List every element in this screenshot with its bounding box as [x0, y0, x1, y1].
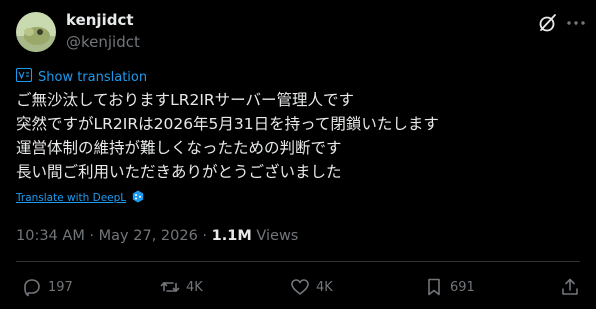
deepl-icon — [132, 190, 144, 206]
show-translation-label: Show translation — [38, 69, 148, 85]
author-handle[interactable]: @kenjidct — [66, 33, 140, 51]
tweet-date[interactable]: May 27, 2026 — [99, 228, 198, 244]
deepl-translate-link[interactable]: Translate with DeepL — [16, 192, 126, 204]
more-options-icon[interactable] — [563, 12, 589, 34]
share-icon — [560, 277, 580, 297]
views-count: 1.1M — [211, 228, 252, 244]
tweet-time[interactable]: 10:34 AM — [16, 228, 85, 244]
show-translation-button[interactable]: Show translation — [15, 67, 148, 86]
tweet-meta: 10:34 AM · May 27, 2026 · 1.1M Views — [16, 228, 298, 244]
repost-icon — [160, 277, 180, 297]
like-count: 4K — [316, 279, 333, 295]
tweet-line: 突然ですがLR2IRは2026年5月31日を持って閉鎖いたします — [16, 115, 439, 133]
tweet-line: 長い間ご利用いただきありがとうございました — [16, 163, 342, 181]
tweet-body: ご無沙汰しておりますLR2IRサーバー管理人です 突然ですがLR2IRは2026… — [16, 88, 439, 184]
reply-count: 197 — [48, 279, 73, 295]
avatar-image — [16, 12, 56, 52]
avatar[interactable] — [16, 12, 56, 52]
repost-count: 4K — [186, 279, 203, 295]
views-label: Views — [256, 228, 299, 244]
bookmark-icon — [424, 277, 444, 297]
deepl-translate[interactable]: Translate with DeepL — [16, 190, 144, 206]
grok-icon[interactable] — [537, 12, 559, 34]
like-button[interactable]: 4K — [290, 277, 333, 297]
tweet-line: 運営体制の維持が難しくなったための判断です — [16, 139, 342, 157]
meta-separator: · — [197, 228, 212, 244]
tweet-line: ご無沙汰しておりますLR2IRサーバー管理人です — [16, 91, 355, 109]
meta-separator: · — [84, 228, 99, 244]
reply-icon — [22, 277, 42, 297]
share-button[interactable] — [560, 277, 580, 297]
bookmark-button[interactable]: 691 — [424, 277, 475, 297]
divider — [16, 261, 580, 262]
repost-button[interactable]: 4K — [160, 277, 203, 297]
heart-icon — [290, 277, 310, 297]
author-name[interactable]: kenjidct — [66, 11, 134, 29]
reply-button[interactable]: 197 — [22, 277, 73, 297]
bookmark-count: 691 — [450, 279, 475, 295]
translate-icon — [15, 67, 33, 86]
